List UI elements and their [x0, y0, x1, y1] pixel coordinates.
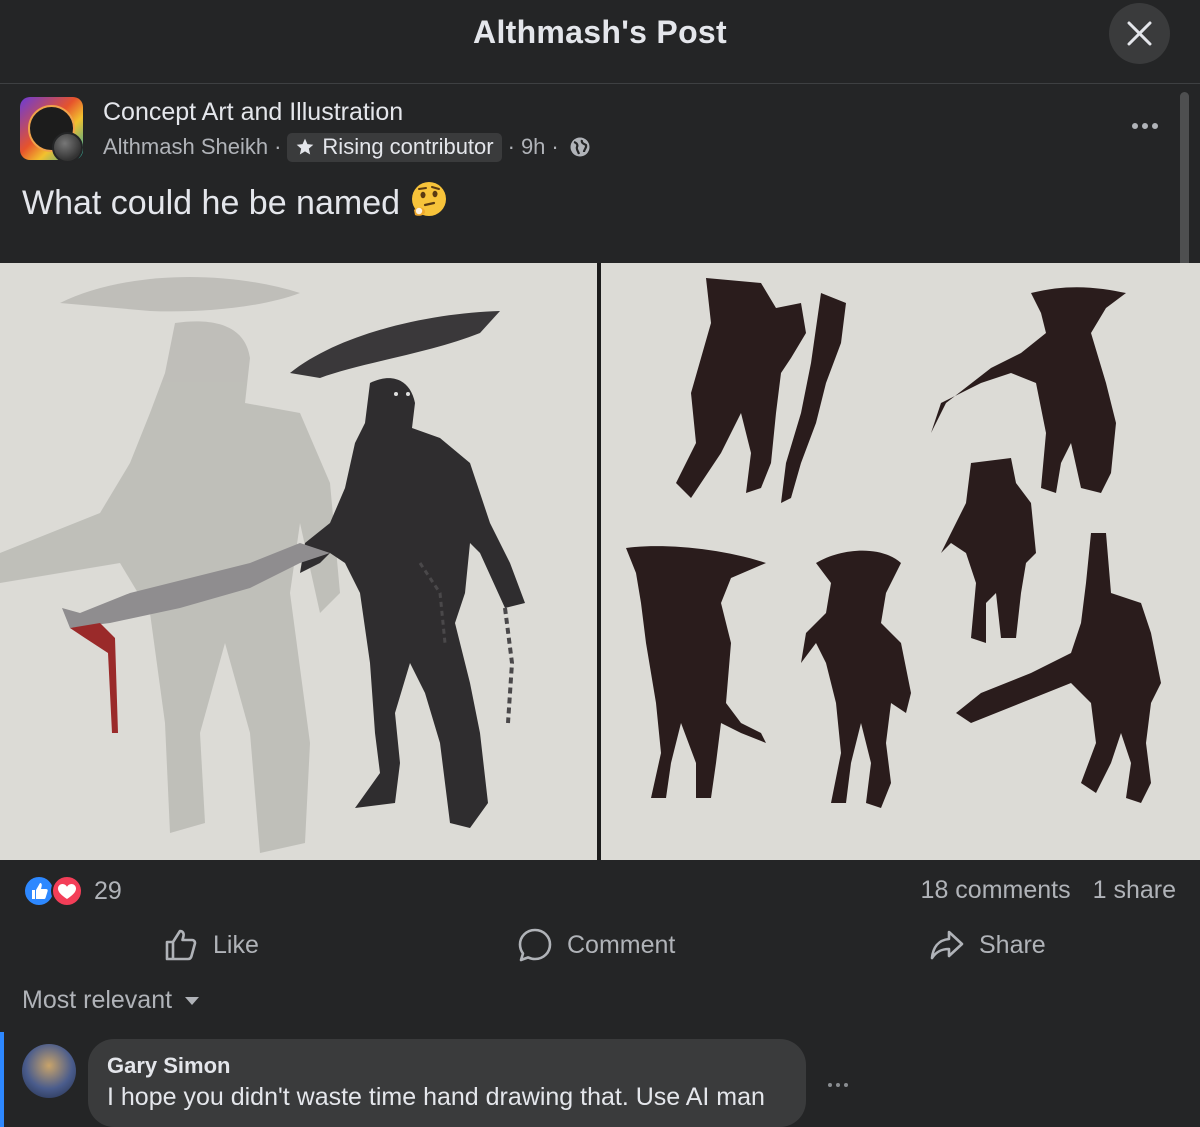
meta-separator: · [507, 134, 515, 159]
reaction-count: 29 [94, 876, 122, 905]
dialog-title: Althmash's Post [473, 14, 727, 50]
silhouette-thumbnails [601, 263, 1200, 860]
rising-contributor-badge[interactable]: Rising contributor [287, 132, 502, 162]
post-image-1[interactable] [0, 263, 597, 860]
author-avatar[interactable] [52, 132, 83, 163]
close-button[interactable] [1109, 3, 1170, 64]
globe-icon [569, 136, 591, 158]
share-button[interactable]: Share [929, 918, 1046, 972]
post-image-2[interactable] [601, 263, 1200, 860]
close-icon [1127, 21, 1152, 46]
comment-text: I hope you didn't waste time hand drawin… [107, 1083, 765, 1111]
post-message: What could he be named [22, 180, 448, 227]
share-label: Share [979, 930, 1046, 959]
post-text: What could he be named [22, 184, 401, 222]
post-time-link[interactable]: 9h [521, 134, 545, 160]
thumbs-up-icon [165, 929, 197, 961]
more-options-icon [1132, 123, 1158, 129]
more-options-icon [828, 1083, 848, 1087]
commenter-avatar[interactable] [22, 1044, 76, 1098]
comment-bubble-icon [518, 928, 552, 962]
comment-highlight-bar [0, 1032, 4, 1127]
comment-button[interactable]: Comment [517, 918, 675, 972]
meta-separator: · [274, 134, 282, 159]
post-media [0, 263, 1200, 860]
post-action-bar: Like Comment Share [0, 918, 1200, 972]
comment-bubble: Gary Simon I hope you didn't waste time … [88, 1039, 806, 1127]
group-name-link[interactable]: Concept Art and Illustration [103, 98, 403, 127]
commenter-name-link[interactable]: Gary Simon [107, 1053, 230, 1079]
caret-down-icon [185, 996, 200, 1005]
concept-art-illustration [0, 263, 597, 860]
comment-sort-dropdown[interactable]: Most relevant [22, 986, 200, 1015]
love-reaction-icon [51, 875, 83, 907]
post-meta: Althmash Sheikh · Rising contributor · 9… [103, 132, 591, 162]
thinking-face-icon [410, 180, 448, 227]
like-label: Like [213, 930, 259, 959]
post-options-button[interactable] [1130, 116, 1164, 136]
post-header: Concept Art and Illustration Althmash Sh… [20, 96, 1170, 166]
share-arrow-icon [930, 930, 964, 960]
like-button[interactable]: Like [163, 918, 259, 972]
comment-count-link[interactable]: 18 comments [921, 876, 1071, 905]
star-icon [297, 138, 314, 154]
comment-label: Comment [567, 930, 676, 959]
post-dialog-header: Althmash's Post [0, 0, 1200, 84]
comment-options-button[interactable] [826, 1076, 850, 1094]
reactions-summary[interactable]: 29 [22, 874, 122, 908]
post-stats: 18 comments 1 share [921, 876, 1176, 905]
author-name-link[interactable]: Althmash Sheikh [103, 134, 268, 160]
comment-item: Gary Simon I hope you didn't waste time … [0, 1032, 1200, 1127]
share-count-link[interactable]: 1 share [1093, 876, 1176, 905]
sort-label: Most relevant [22, 986, 173, 1014]
meta-separator: · [551, 134, 559, 159]
badge-label: Rising contributor [322, 133, 494, 159]
